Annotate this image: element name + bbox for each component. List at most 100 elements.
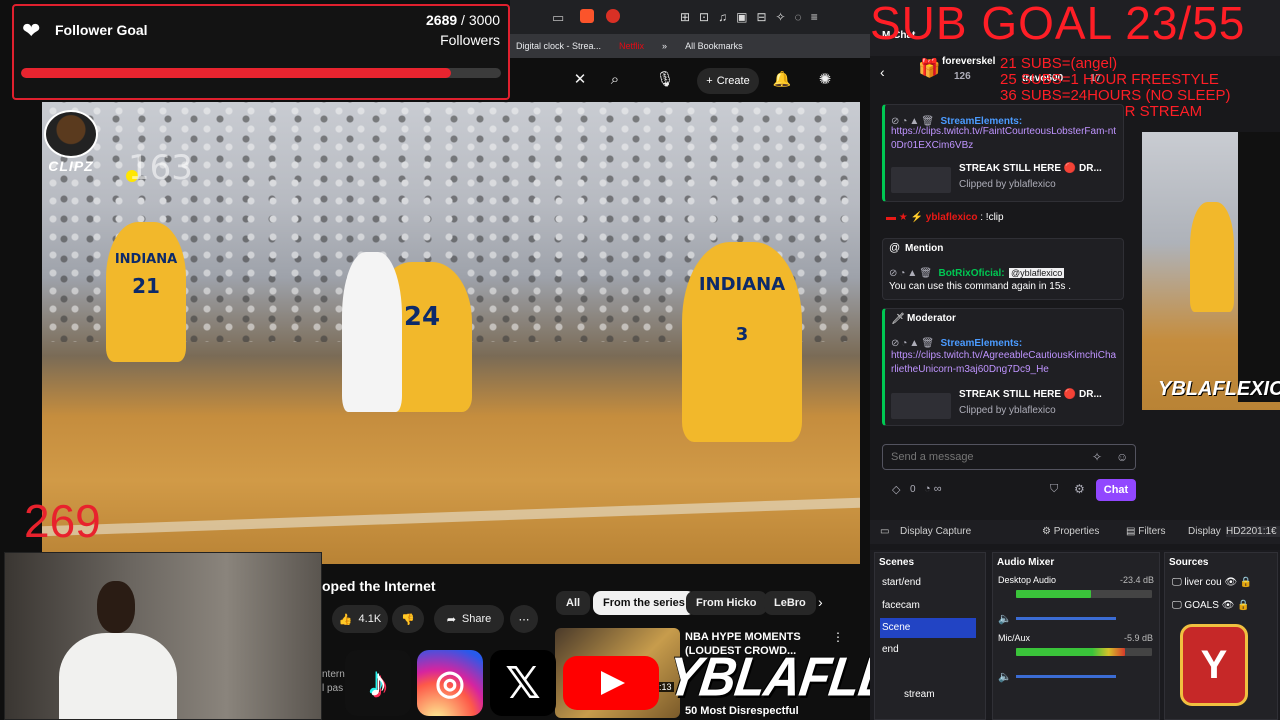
mention-tag[interactable]: @yblaflexico: [1009, 268, 1065, 278]
search-icon[interactable]: ⌕: [605, 70, 625, 90]
audio-channel-desktop-name: Desktop Audio: [998, 575, 1057, 585]
description-line-2: l pas: [322, 683, 344, 694]
jersey-number-21: 21: [132, 274, 160, 298]
obs-toolbar: ▭ Display Capture ⚙ Properties ▤ Filters…: [870, 520, 1280, 544]
chip-from-the-series[interactable]: From the series: [593, 591, 695, 615]
sub-reward-3: 36 SUBS=24HOURS (NO SLEEP): [1000, 87, 1231, 104]
youtube-logo-icon: [563, 656, 659, 710]
follower-separator: /: [457, 12, 469, 28]
scene-start-end[interactable]: start/end: [880, 573, 976, 593]
x-logo-icon: 𝕏: [490, 650, 556, 716]
gift-icon: 🎁: [918, 58, 941, 78]
like-button[interactable]: 👍 4.1K: [332, 605, 388, 633]
top-user-1-name[interactable]: foreverskel: [942, 56, 995, 67]
scene-scene[interactable]: Scene: [880, 618, 976, 638]
mod-badges-icon[interactable]: ⊘◔▲🗑: [891, 338, 936, 349]
audio-meter-mic-fill: [1016, 648, 1125, 656]
thumbs-down-icon: 👎: [401, 613, 415, 626]
all-bookmarks[interactable]: All Bookmarks: [685, 41, 743, 51]
bookmarks-overflow[interactable]: »: [662, 41, 667, 51]
clip-author: Clipped by yblaflexico: [959, 405, 1056, 416]
shield-icon[interactable]: ⛉: [1050, 483, 1058, 496]
moderator-user[interactable]: StreamElements:: [940, 338, 1022, 349]
extension-icon[interactable]: [606, 9, 620, 23]
sword-icon: 🗡: [891, 313, 905, 325]
audio-meter-desktop: [1016, 590, 1152, 598]
display-capture-label[interactable]: Display Capture: [900, 526, 971, 537]
microphone-icon[interactable]: 🎙: [655, 70, 675, 90]
bookmark-netflix[interactable]: Netflix: [619, 41, 644, 51]
chip-lebron[interactable]: LeBro: [764, 591, 816, 615]
source-liver-cou[interactable]: 🖵 liver cou 👁 🔒: [1172, 577, 1252, 588]
mention-user[interactable]: BotRixOficial:: [938, 268, 1004, 279]
volume-slider-mic[interactable]: [1016, 675, 1116, 678]
chip-all[interactable]: All: [556, 591, 591, 615]
follower-goal-count: 2689 / 3000: [380, 12, 500, 28]
audio-channel-desktop-db: -23.4 dB: [1120, 575, 1155, 585]
source-goals[interactable]: 🖵 GOALS 👁 🔒: [1172, 600, 1250, 611]
create-label: Create: [716, 75, 750, 87]
clip-title[interactable]: STREAK STILL HERE 🔴 DR...: [959, 389, 1102, 400]
message-username[interactable]: yblaflexico: [926, 212, 978, 223]
scene-end[interactable]: end: [880, 640, 976, 660]
chat-send-button[interactable]: Chat: [1096, 479, 1136, 501]
audio-meter-desktop-fill: [1016, 590, 1091, 598]
video-title[interactable]: oped the Internet: [322, 578, 436, 594]
browser-tab-bar: ▭ ⊞⊡♫▣⊟✧◌≡: [510, 0, 870, 34]
filters-label: Filters: [1138, 526, 1166, 537]
mod-badges-icon[interactable]: ⊘◔▲🗑: [889, 268, 934, 279]
mention-text: You can use this command again in 15s .: [889, 281, 1071, 292]
extension-icons-row[interactable]: ⊞⊡♫▣⊟✧◌≡: [680, 10, 827, 24]
audio-channel-mic-db: -5.9 dB: [1124, 633, 1154, 643]
display-select[interactable]: HD2201:1€: [1226, 526, 1280, 537]
create-button[interactable]: + Create: [697, 68, 759, 94]
clip-title[interactable]: STREAK STILL HERE 🔴 DR...: [959, 163, 1102, 174]
speaker-icon[interactable]: 🔈: [998, 670, 1012, 683]
notifications-bell-icon[interactable]: 🔔: [772, 70, 792, 90]
settings-gear-icon[interactable]: ⚙: [1074, 482, 1085, 496]
instagram-icon: ◎: [417, 650, 483, 716]
emote-icon[interactable]: ✧: [1092, 450, 1102, 464]
channel-points-value: 0: [910, 484, 916, 495]
dislike-button[interactable]: 👎: [392, 605, 424, 633]
volume-slider-desktop[interactable]: [1016, 617, 1116, 620]
clip-author: Clipped by yblaflexico: [959, 179, 1056, 190]
more-actions-button[interactable]: ⋯: [510, 605, 538, 633]
clip-thumbnail[interactable]: [891, 393, 951, 419]
chip-from-hicko[interactable]: From Hicko: [686, 591, 767, 615]
message-text: : !clip: [980, 212, 1004, 223]
smiley-icon[interactable]: ☺: [1116, 450, 1128, 464]
clip-thumbnail[interactable]: [891, 167, 951, 193]
tiktok-icon: ♪: [345, 650, 411, 716]
preview-brand-name: YBLAFLEXICO: [1158, 378, 1280, 400]
heart-icon: ❤: [22, 18, 41, 43]
brave-icon[interactable]: [580, 9, 594, 23]
moderator-link[interactable]: https://clips.twitch.tv/AgreeableCautiou…: [891, 349, 1119, 377]
properties-button[interactable]: ⚙ Properties: [1042, 526, 1099, 537]
channel-points-icon[interactable]: ◇: [892, 483, 900, 496]
scene-stream[interactable]: stream: [880, 685, 976, 705]
share-button[interactable]: ➦ Share: [434, 605, 504, 633]
webcam-feed: [4, 552, 322, 720]
tab-icon[interactable]: ▭: [552, 10, 564, 26]
message-link[interactable]: https://clips.twitch.tv/FaintCourteousLo…: [891, 125, 1119, 153]
back-chevron-icon[interactable]: ‹: [880, 64, 885, 80]
audio-channel-mic-name: Mic/Aux: [998, 633, 1031, 643]
display-label: Display: [1188, 526, 1221, 537]
account-avatar-icon[interactable]: ✺: [815, 70, 835, 90]
recommendation-menu-icon[interactable]: ⋮: [832, 630, 844, 644]
sub-reward-2: 25 SUBS=1 HOUR FREESTYLE: [1000, 71, 1219, 88]
chevron-right-icon[interactable]: ›: [818, 594, 823, 610]
court-line: [42, 497, 860, 537]
filters-button[interactable]: ▤ Filters: [1126, 526, 1165, 537]
scene-facecam[interactable]: facecam: [880, 596, 976, 616]
jersey-text-21: INDIANA: [114, 252, 178, 267]
clipz-logo-image: [44, 110, 98, 158]
clear-search-icon[interactable]: ✕: [570, 70, 590, 90]
mention-title: Mention: [905, 243, 944, 254]
mention-card: @ Mention ⊘◔▲🗑 BotRixOficial: @yblaflexi…: [882, 238, 1124, 300]
speaker-icon[interactable]: 🔈: [998, 612, 1012, 625]
bookmark-digital-clock[interactable]: Digital clock - Strea...: [516, 41, 601, 51]
source-goals-label: GOALS: [1184, 600, 1219, 611]
timer-icon[interactable]: ◔ ∞: [924, 483, 942, 495]
